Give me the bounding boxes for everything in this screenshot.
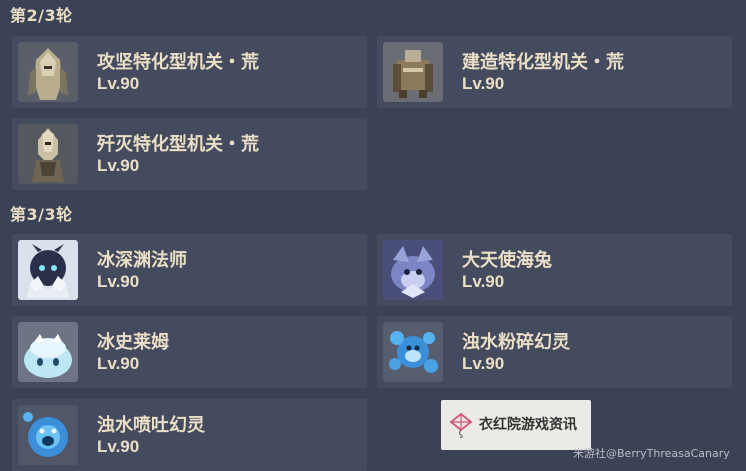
enemy-card[interactable]: 浊水喷吐幻灵 Lv.90 (12, 399, 367, 471)
kite-icon (449, 412, 473, 438)
source-credit: 米游社@BerryThreasaCanary (573, 447, 730, 460)
enemy-name: 大天使海兔 (462, 250, 552, 271)
enemy-name: 攻坚特化型机关・荒 (97, 52, 259, 73)
watermark: 衣红院游戏资讯 (441, 400, 591, 450)
enemy-level: Lv.90 (462, 354, 505, 373)
enemy-name: 冰史莱姆 (97, 332, 169, 353)
enemy-level: Lv.90 (462, 272, 505, 291)
enemy-card[interactable]: 冰深渊法师 Lv.90 (12, 234, 367, 306)
enemy-name: 冰深渊法师 (97, 250, 187, 271)
enemy-level: Lv.90 (97, 74, 140, 93)
enemy-level: Lv.90 (97, 156, 140, 175)
round-3-header: 第3/3轮 (10, 205, 73, 224)
enemy-name: 歼灭特化型机关・荒 (97, 134, 259, 155)
enemy-card[interactable]: 大天使海兔 Lv.90 (377, 234, 732, 306)
enemy-lineup-page: 第2/3轮 攻坚特化型机关・荒 Lv.90 建造特化型机关・荒 Lv.90 歼灭… (0, 0, 746, 471)
round-2-header: 第2/3轮 (10, 6, 73, 25)
enemy-card[interactable]: 浊水粉碎幻灵 Lv.90 (377, 316, 732, 388)
watermark-text: 衣红院游戏资讯 (479, 417, 577, 433)
ruin-destroyer-icon (18, 124, 78, 184)
enemy-name: 建造特化型机关・荒 (462, 52, 624, 73)
enemy-level: Lv.90 (97, 272, 140, 291)
sea-hare-icon (383, 240, 443, 300)
enemy-level: Lv.90 (97, 354, 140, 373)
enemy-card[interactable]: 攻坚特化型机关・荒 Lv.90 (12, 36, 367, 108)
hydro-mimic-icon (383, 322, 443, 382)
enemy-name: 浊水粉碎幻灵 (462, 332, 570, 353)
enemy-level: Lv.90 (97, 437, 140, 456)
enemy-card[interactable]: 冰史莱姆 Lv.90 (12, 316, 367, 388)
enemy-card[interactable]: 建造特化型机关・荒 Lv.90 (377, 36, 732, 108)
enemy-card[interactable]: 歼灭特化型机关・荒 Lv.90 (12, 118, 367, 190)
ruin-guard-icon (18, 42, 78, 102)
enemy-level: Lv.90 (462, 74, 505, 93)
enemy-name: 浊水喷吐幻灵 (97, 415, 205, 436)
ruin-builder-icon (383, 42, 443, 102)
hydro-spitter-icon (18, 405, 78, 465)
cryo-abyss-mage-icon (18, 240, 78, 300)
cryo-slime-icon (18, 322, 78, 382)
